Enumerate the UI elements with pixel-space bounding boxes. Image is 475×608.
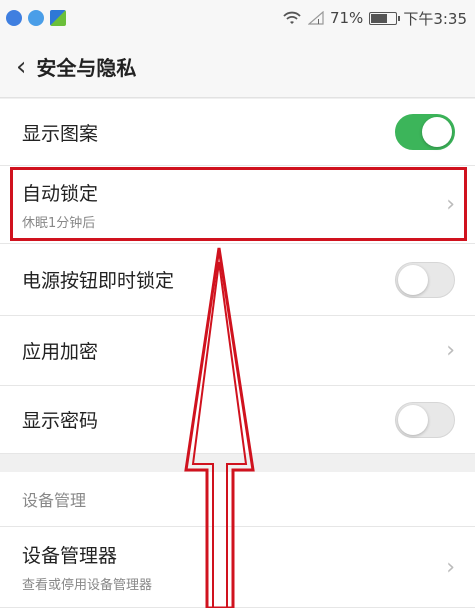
- status-bar-right: 71% 下午3:35: [282, 8, 467, 29]
- setting-label: 显示图案: [22, 122, 99, 145]
- setting-device-admin[interactable]: 设备管理器 查看或停用设备管理器 ›: [0, 526, 475, 608]
- signal-icon: [307, 11, 324, 25]
- setting-label: 电源按钮即时锁定: [22, 270, 175, 292]
- status-bar: 71% 下午3:35: [0, 0, 475, 36]
- chevron-right-icon: ›: [446, 338, 455, 363]
- battery-percent: 71%: [329, 9, 364, 27]
- show-pattern-toggle[interactable]: [395, 114, 455, 150]
- setting-show-password[interactable]: 显示密码: [0, 386, 475, 454]
- setting-show-pattern[interactable]: 显示图案: [0, 99, 475, 166]
- status-bar-left: [6, 10, 66, 26]
- setting-label: 设备管理器: [22, 545, 118, 567]
- battery-fill: [371, 13, 388, 23]
- device-admin-text: 设备管理器 查看或停用设备管理器: [22, 541, 152, 593]
- app-icon-2: [28, 10, 44, 26]
- show-password-toggle[interactable]: [395, 401, 455, 438]
- page-header: ‹ 安全与隐私: [0, 36, 475, 98]
- section-header-device: 设备管理: [0, 472, 475, 526]
- toggle-knob: [398, 264, 428, 295]
- status-time: 下午3:35: [403, 9, 467, 28]
- chevron-right-icon: ›: [446, 192, 455, 217]
- setting-subtitle: 休眠1分钟后: [22, 215, 96, 231]
- auto-lock-text: 自动锁定 休眠1分钟后: [22, 179, 98, 231]
- section-header-label: 设备管理: [22, 491, 87, 510]
- wifi-icon: [283, 11, 301, 24]
- chevron-left-icon[interactable]: ‹: [16, 54, 26, 80]
- setting-label: 应用加密: [22, 341, 99, 363]
- power-button-lock-toggle[interactable]: [395, 261, 455, 298]
- toggle-knob: [422, 117, 452, 147]
- app-icon-1: [6, 10, 22, 26]
- setting-label: 显示密码: [22, 410, 99, 432]
- battery-icon: [369, 11, 401, 25]
- setting-subtitle: 查看或停用设备管理器: [22, 578, 153, 593]
- chevron-right-icon: ›: [446, 554, 455, 580]
- setting-power-button-lock[interactable]: 电源按钮即时锁定: [0, 244, 475, 316]
- setting-auto-lock[interactable]: 自动锁定 休眠1分钟后 ›: [0, 166, 475, 244]
- toggle-knob: [398, 404, 428, 435]
- section-divider: [0, 454, 475, 472]
- setting-app-encryption[interactable]: 应用加密 ›: [0, 316, 475, 386]
- page-title: 安全与隐私: [36, 56, 137, 80]
- app-icon-3: [50, 10, 66, 26]
- setting-label: 自动锁定: [22, 182, 99, 205]
